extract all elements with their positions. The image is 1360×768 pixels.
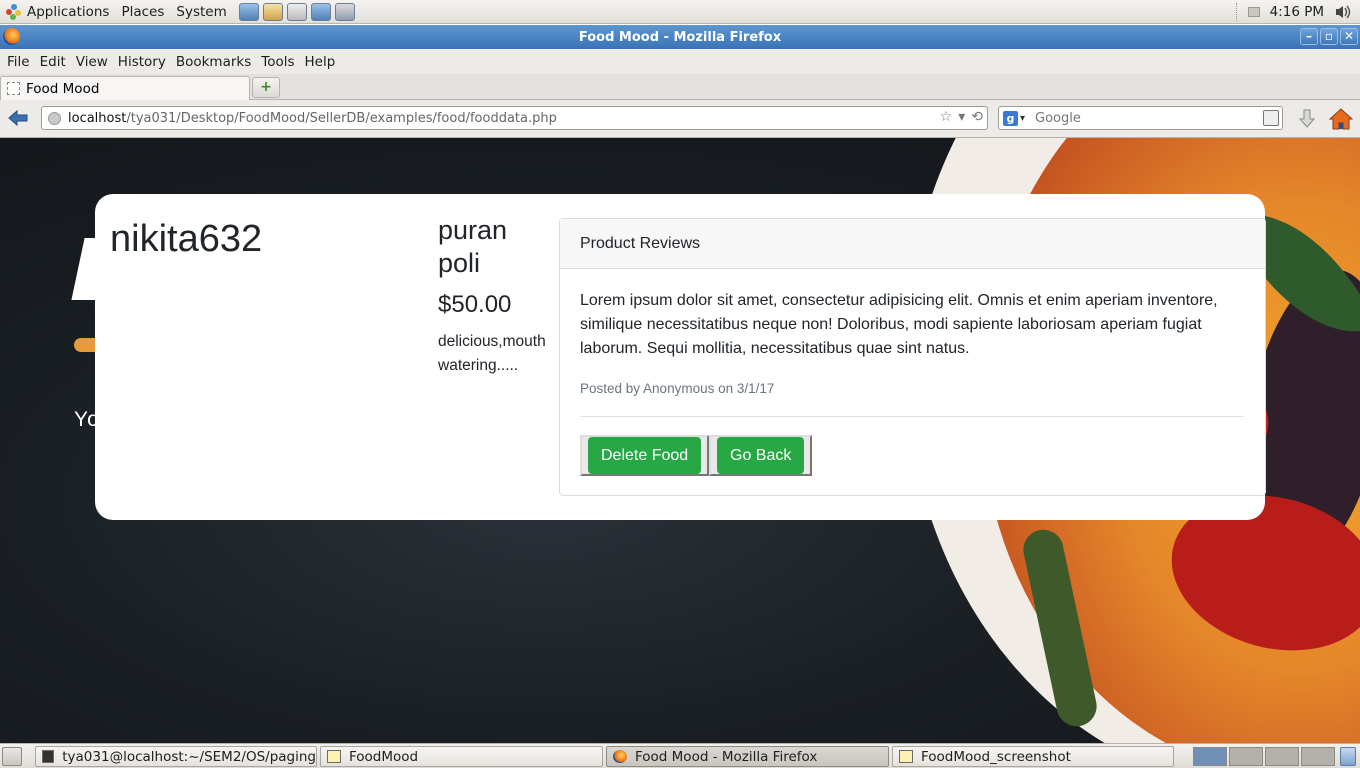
back-button[interactable] — [6, 108, 30, 128]
text-editor-icon[interactable] — [310, 2, 331, 21]
reload-icon[interactable]: ⟲ — [971, 109, 983, 125]
delete-food-form: Delete Food — [580, 435, 710, 476]
bottom-panel: tya031@localhost:~/SEM2/OS/paging FoodMo… — [0, 743, 1360, 768]
system-menu[interactable]: System — [170, 0, 232, 24]
firefox-icon — [613, 750, 627, 763]
workspace-2[interactable] — [1229, 747, 1263, 766]
navigation-toolbar: localhost/tya031/Desktop/FoodMood/Seller… — [0, 100, 1360, 138]
notes-icon[interactable] — [286, 2, 307, 21]
notification-tray-icon[interactable] — [1247, 6, 1260, 17]
food-price: $50.00 — [438, 291, 512, 318]
search-go-icon[interactable] — [1263, 110, 1279, 126]
taskbar-item-firefox[interactable]: Food Mood - Mozilla Firefox — [606, 746, 889, 767]
panel-separator — [1235, 2, 1238, 21]
folder-icon — [899, 750, 913, 763]
tab-food-mood[interactable]: Food Mood — [0, 76, 250, 100]
minimize-button[interactable]: – — [1300, 28, 1318, 45]
downloads-button[interactable] — [1296, 108, 1318, 130]
product-reviews-panel: Product Reviews Lorem ipsum dolor sit am… — [559, 218, 1266, 496]
menu-edit[interactable]: Edit — [35, 54, 71, 70]
tab-strip: Food Mood + — [0, 74, 1360, 100]
review-meta: Posted by Anonymous on 3/1/17 — [580, 381, 775, 396]
page-viewport: Yo nikita632 puran poli $50.00 delicious… — [0, 138, 1360, 743]
google-icon: g — [1002, 110, 1018, 126]
close-button[interactable]: ✕ — [1340, 28, 1358, 45]
workspace-3[interactable] — [1265, 747, 1299, 766]
applications-label: Applications — [27, 3, 110, 20]
chevron-down-icon: ▾ — [1019, 112, 1026, 124]
places-menu[interactable]: Places — [115, 0, 170, 24]
menu-file-label: File — [7, 53, 30, 70]
gnome-foot-icon — [6, 3, 22, 20]
applications-menu[interactable]: Applications — [0, 0, 115, 24]
menu-history-label: History — [117, 53, 166, 70]
url-dropdown-icon[interactable]: ▾ — [958, 109, 965, 125]
review-divider — [580, 416, 1244, 417]
menu-tools[interactable]: Tools — [256, 54, 299, 70]
mail-icon[interactable] — [262, 2, 283, 21]
workspace-4[interactable] — [1301, 747, 1335, 766]
menu-bookmarks-label: Bookmarks — [175, 53, 252, 70]
top-panel: Applications Places System 4:16 PM — [0, 0, 1360, 24]
food-name: puran poli — [438, 215, 508, 278]
url-host: localhost — [68, 110, 127, 126]
taskbar-item-label: tya031@localhost:~/SEM2/OS/paging — [62, 748, 316, 765]
go-back-button[interactable]: Go Back — [717, 437, 805, 474]
search-input[interactable] — [1035, 110, 1255, 126]
bookmark-star-icon[interactable]: ☆ — [940, 109, 953, 125]
search-engine-selector[interactable]: g ▾ — [999, 107, 1029, 129]
page-favicon-icon — [7, 82, 20, 95]
menu-help[interactable]: Help — [300, 54, 341, 70]
seller-name: nikita632 — [110, 218, 263, 260]
site-identity-icon[interactable] — [48, 111, 61, 125]
firefox-icon[interactable] — [3, 28, 20, 45]
menubar: File Edit View History Bookmarks Tools H… — [0, 49, 1360, 74]
window-title: Food Mood - Mozilla Firefox — [578, 29, 782, 45]
window-titlebar[interactable]: Food Mood - Mozilla Firefox – ▫ ✕ — [0, 25, 1360, 49]
terminal-icon — [42, 750, 55, 763]
go-back-form: Go Back — [709, 435, 813, 476]
show-desktop-button[interactable] — [2, 747, 22, 766]
menu-tools-label: Tools — [261, 53, 295, 70]
review-text: Lorem ipsum dolor sit amet, consectetur … — [580, 292, 1218, 357]
chat-icon[interactable] — [334, 2, 355, 21]
delete-food-button[interactable]: Delete Food — [588, 437, 702, 474]
menu-history[interactable]: History — [113, 54, 171, 70]
trash-icon[interactable] — [1340, 747, 1356, 766]
menu-help-label: Help — [304, 53, 336, 70]
network-icon[interactable] — [238, 2, 259, 21]
search-bar[interactable]: g ▾ — [998, 106, 1283, 130]
taskbar-item-foodmood-screenshot[interactable]: FoodMood_screenshot — [892, 746, 1174, 767]
taskbar-item-label: Food Mood - Mozilla Firefox — [635, 748, 818, 765]
taskbar-item-terminal[interactable]: tya031@localhost:~/SEM2/OS/paging — [35, 746, 317, 767]
workspace-1[interactable] — [1193, 747, 1227, 766]
menu-edit-label: Edit — [39, 53, 66, 70]
clock[interactable]: 4:16 PM — [1270, 4, 1324, 20]
maximize-button[interactable]: ▫ — [1320, 28, 1338, 45]
food-description: delicious,mouth watering..... — [438, 333, 546, 374]
menu-view[interactable]: View — [71, 54, 113, 70]
home-button[interactable] — [1328, 107, 1354, 131]
tab-label: Food Mood — [26, 80, 100, 97]
volume-icon[interactable] — [1334, 4, 1352, 20]
folder-icon — [327, 750, 341, 763]
reviews-header: Product Reviews — [560, 219, 1265, 269]
taskbar-item-label: FoodMood — [349, 748, 419, 765]
taskbar-item-label: FoodMood_screenshot — [921, 748, 1071, 765]
taskbar-item-foodmood[interactable]: FoodMood — [320, 746, 603, 767]
food-detail-card: nikita632 puran poli $50.00 delicious,mo… — [95, 194, 1266, 520]
url-path: /tya031/Desktop/FoodMood/SellerDB/exampl… — [126, 110, 557, 126]
new-tab-button[interactable]: + — [252, 77, 280, 98]
menu-view-label: View — [75, 53, 108, 70]
menu-file[interactable]: File — [2, 54, 35, 70]
menu-bookmarks[interactable]: Bookmarks — [171, 54, 256, 70]
url-bar[interactable]: localhost/tya031/Desktop/FoodMood/Seller… — [41, 106, 988, 130]
